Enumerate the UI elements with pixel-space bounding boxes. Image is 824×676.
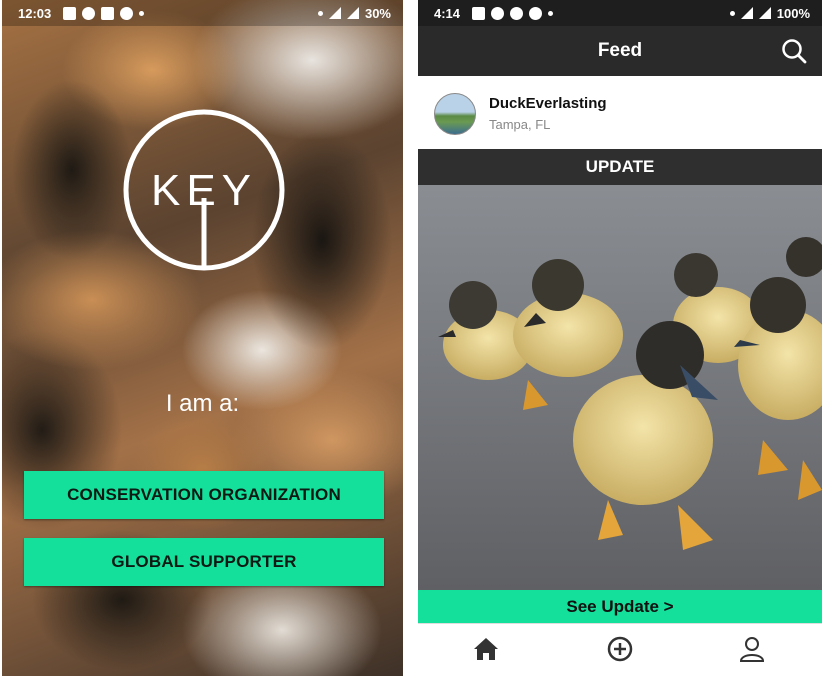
post-location: Tampa, FL <box>489 117 551 132</box>
alarm-icon <box>317 10 323 16</box>
battery-level: 30% <box>364 5 391 21</box>
signal-icon <box>346 7 359 19</box>
notification-icons <box>63 6 145 20</box>
wifi-icon <box>328 7 341 19</box>
notification-icons <box>472 6 554 20</box>
add-circle-icon[interactable] <box>606 635 634 663</box>
post-image[interactable] <box>418 185 822 590</box>
login-screen: 12:03 30% KEY I am a: CONSERVATION ORGAN… <box>2 0 403 676</box>
post-author-row[interactable]: DuckEverlasting Tampa, FL <box>418 76 822 149</box>
profile-icon[interactable] <box>738 635 766 663</box>
message-icon <box>472 6 486 20</box>
more-notifications-icon <box>548 10 554 16</box>
more-notifications-icon <box>139 10 145 16</box>
message-icon <box>63 6 77 20</box>
status-time: 12:03 <box>18 5 52 21</box>
role-prompt: I am a: <box>165 390 240 417</box>
battery-level: 100% <box>776 5 810 21</box>
signal-icon <box>758 7 771 19</box>
status-bar: 12:03 30% <box>2 0 403 26</box>
bottom-navigation <box>418 623 822 676</box>
app-bar: Feed <box>418 26 822 76</box>
global-supporter-button[interactable]: GLOBAL SUPPORTER <box>24 538 384 586</box>
post-type-label: UPDATE <box>418 149 822 185</box>
see-update-button[interactable]: See Update > <box>418 590 822 623</box>
key-logo: KEY <box>123 109 285 271</box>
app-icon <box>491 6 505 20</box>
system-icons: 30% <box>317 5 391 21</box>
home-icon[interactable] <box>472 635 500 663</box>
page-title: Feed <box>597 40 643 61</box>
app-icon <box>510 6 524 20</box>
status-bar: 4:14 100% <box>418 0 822 26</box>
app-icon <box>82 6 96 20</box>
messenger-icon <box>529 6 543 20</box>
wifi-icon <box>740 7 753 19</box>
system-icons: 100% <box>729 5 810 21</box>
mail-icon <box>101 6 115 20</box>
conservation-organization-button[interactable]: CONSERVATION ORGANIZATION <box>24 471 384 519</box>
search-icon[interactable] <box>780 37 808 65</box>
alarm-icon <box>729 10 735 16</box>
feed-screen: 4:14 100% Feed DuckEverlasting Tampa, FL… <box>418 0 822 676</box>
post-username[interactable]: DuckEverlasting <box>489 95 607 112</box>
status-time: 4:14 <box>434 5 461 21</box>
app-icon <box>120 6 134 20</box>
avatar[interactable] <box>434 93 476 135</box>
